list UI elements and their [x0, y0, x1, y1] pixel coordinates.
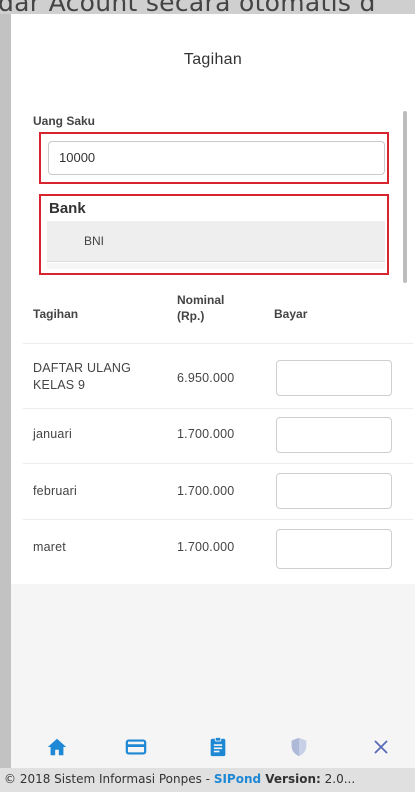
bottom-nav [11, 722, 415, 768]
page-title: Tagihan [183, 51, 243, 68]
bank-select[interactable]: BNI [47, 221, 385, 262]
row-divider [23, 408, 413, 409]
shield-icon[interactable] [288, 736, 310, 758]
row-name-line2: KELAS 9 [33, 378, 86, 392]
footer: © 2018 Sistem Informasi Ponpes - SIPond … [0, 768, 415, 792]
table-row-name: maret [33, 540, 66, 554]
row-name-line1: DAFTAR ULANG [33, 361, 132, 375]
row-divider [23, 463, 413, 464]
table-row-nominal: 1.700.000 [177, 427, 235, 441]
bank-highlight: Bank BNI [39, 194, 389, 275]
column-header-nominal-line1: Nominal [177, 293, 225, 307]
column-header-tagihan: Tagihan [33, 307, 79, 321]
content-background [11, 584, 415, 722]
bayar-input[interactable] [276, 417, 392, 453]
table-row-name: DAFTAR ULANG KELAS 9 [33, 360, 131, 394]
clipboard-icon[interactable] [207, 736, 229, 758]
top-banner-text: dar Acount secara otomatis d [0, 0, 376, 14]
uang-saku-input[interactable]: 10000 [48, 141, 385, 175]
home-icon[interactable] [46, 736, 68, 758]
bank-selected-value: BNI [84, 234, 105, 248]
bayar-input[interactable] [276, 473, 392, 509]
table-row-nominal: 6.950.000 [177, 371, 235, 385]
top-banner: dar Acount secara otomatis d [0, 0, 415, 14]
close-icon[interactable] [370, 736, 392, 758]
footer-brand-link[interactable]: SIPond [214, 772, 261, 786]
uang-saku-label: Uang Saku [33, 114, 96, 128]
bayar-input[interactable] [276, 529, 392, 569]
bank-select-divider [47, 263, 385, 269]
bayar-input[interactable] [276, 360, 392, 396]
bank-label: Bank [49, 200, 86, 217]
app-screen: Tagihan Uang Saku 10000 Bank BNI Tagihan… [11, 14, 415, 768]
column-header-bayar: Bayar [274, 307, 308, 321]
credit-card-icon[interactable] [125, 736, 147, 758]
scrollbar[interactable] [403, 111, 407, 283]
table-row-name: januari [33, 427, 72, 441]
column-header-nominal: Nominal (Rp.) [177, 292, 224, 324]
footer-copyright: © 2018 Sistem Informasi Ponpes - [4, 772, 214, 786]
table-row-name: februari [33, 484, 77, 498]
left-gutter [0, 14, 11, 768]
footer-version-value: 2.0... [320, 772, 356, 786]
column-header-nominal-line2: (Rp.) [177, 309, 205, 323]
table-row-nominal: 1.700.000 [177, 540, 235, 554]
row-divider [23, 519, 413, 520]
row-divider [23, 343, 413, 344]
uang-saku-highlight: 10000 [39, 132, 389, 184]
footer-version-label: Version: [261, 772, 321, 786]
table-row-nominal: 1.700.000 [177, 484, 235, 498]
